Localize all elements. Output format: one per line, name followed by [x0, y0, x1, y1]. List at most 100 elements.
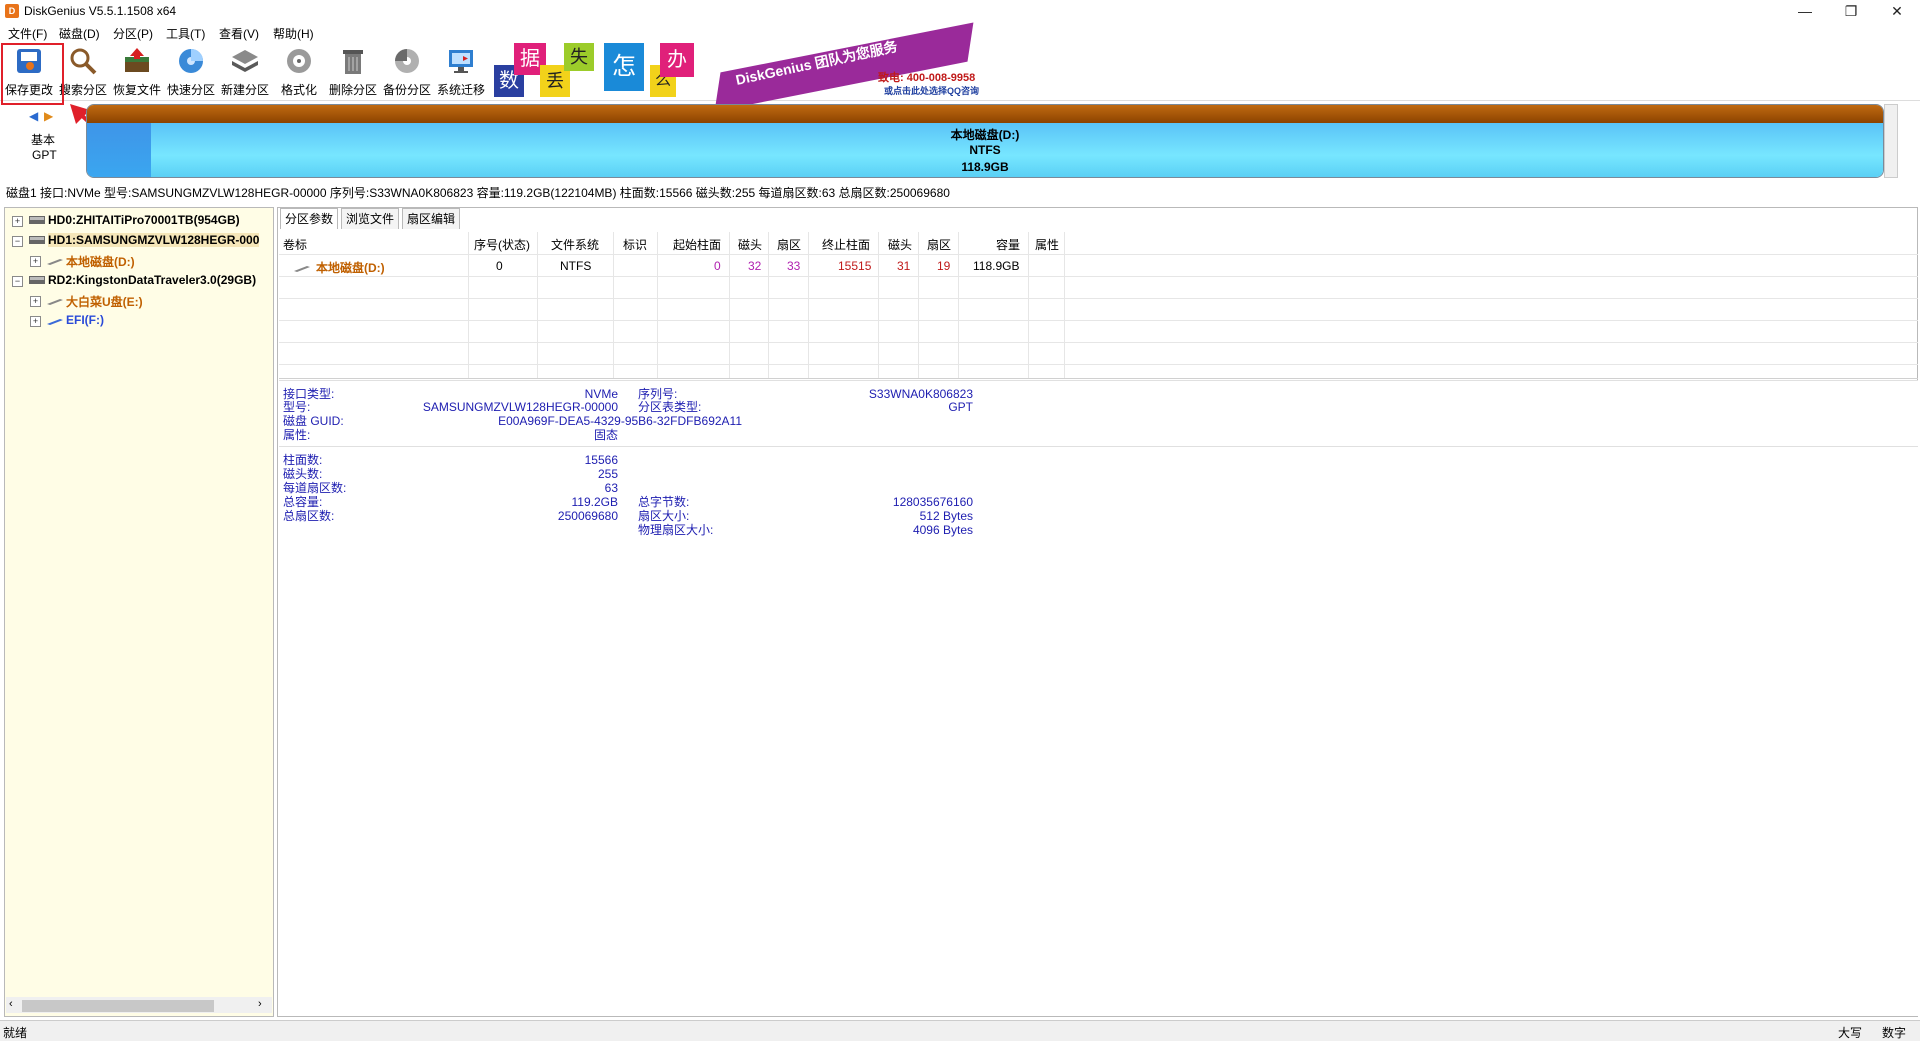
sector-size-label: 扇区大小:: [638, 509, 690, 523]
recover-icon: [125, 48, 149, 72]
col-end-cylinder[interactable]: 终止柱面: [822, 236, 870, 253]
table-grid-col: [657, 232, 658, 378]
menu-file[interactable]: 文件(F): [8, 25, 47, 42]
hard-disk-icon: [29, 216, 45, 224]
delete-partition-button[interactable]: 删除分区: [326, 46, 380, 97]
col-end-sector[interactable]: 扇区: [927, 236, 951, 253]
heads-label: 磁头数:: [283, 467, 323, 481]
info-divider: [279, 380, 1918, 381]
total-sectors-value: 250069680: [557, 509, 618, 523]
tab-browse-files[interactable]: 浏览文件: [341, 208, 400, 229]
col-end-head[interactable]: 磁头: [888, 236, 912, 253]
format-button[interactable]: 格式化: [272, 46, 326, 97]
close-button[interactable]: ✕: [1874, 0, 1920, 22]
menu-view[interactable]: 查看(V): [219, 25, 259, 42]
model-label: 型号:: [283, 400, 311, 414]
table-grid-col: [613, 232, 614, 378]
restore-button[interactable]: ❐: [1828, 0, 1874, 22]
table-grid-line: [279, 320, 1918, 321]
ad-char-5: 怎: [604, 43, 644, 91]
ad-banner[interactable]: 数 据 丢 失 怎 么 办 DiskGenius 团队为您服务 致电: 400-…: [494, 22, 994, 112]
menu-tools[interactable]: 工具(T): [166, 25, 205, 42]
col-start-cylinder[interactable]: 起始柱面: [673, 236, 721, 253]
col-index[interactable]: 序号(状态): [474, 236, 530, 253]
next-disk-icon[interactable]: ▶: [44, 109, 53, 123]
table-grid-col: [1028, 232, 1029, 378]
col-id[interactable]: 标识: [623, 236, 647, 253]
table-grid-col: [808, 232, 809, 378]
guid-label: 磁盘 GUID:: [283, 414, 344, 428]
save-highlight-box: [1, 43, 64, 105]
scroll-left-icon[interactable]: ‹: [9, 998, 13, 1010]
tree-item-rd2[interactable]: RD2:KingstonDataTraveler3.0(29GB): [48, 273, 256, 287]
new-partition-label: 新建分区: [220, 83, 269, 97]
search-partition-button[interactable]: 搜索分区: [56, 46, 110, 97]
table-grid-col: [768, 232, 769, 378]
tree-item-usb-e[interactable]: 大白菜U盘(E:): [66, 293, 143, 310]
format-icon: [287, 49, 311, 73]
col-volume-label[interactable]: 卷标: [283, 236, 307, 253]
cell-volume-label: 本地磁盘(D:): [316, 261, 385, 275]
new-partition-button[interactable]: 新建分区: [218, 46, 272, 97]
backup-label: 备份分区: [382, 83, 431, 97]
col-start-head[interactable]: 磁头: [738, 236, 762, 253]
delete-icon: [343, 50, 363, 74]
tree-item-hd1[interactable]: HD1:SAMSUNGMZVLW128HEGR-000: [48, 233, 260, 247]
quick-partition-button[interactable]: 快速分区: [164, 46, 218, 97]
tab-sector-editor[interactable]: 扇区编辑: [402, 208, 461, 229]
prev-disk-icon[interactable]: ◀: [29, 109, 38, 123]
cell-start-sector: 33: [787, 259, 801, 273]
tab-partition-params[interactable]: 分区参数: [280, 208, 339, 229]
cell-end-cylinder: 15515: [838, 259, 872, 273]
disk-info-area: [279, 380, 1918, 1016]
physical-sector-size-label: 物理扇区大小:: [638, 523, 714, 537]
disk-bar-scrollbar[interactable]: [1884, 104, 1898, 178]
menu-help[interactable]: 帮助(H): [273, 25, 314, 42]
caps-lock-indicator: 大写: [1838, 1026, 1863, 1040]
system-migration-button[interactable]: 系统迁移: [434, 46, 488, 97]
tree-expander[interactable]: +: [30, 256, 41, 267]
menu-disk[interactable]: 磁盘(D): [59, 25, 100, 42]
col-start-sector[interactable]: 扇区: [777, 236, 801, 253]
usb-disk-icon: [29, 276, 45, 284]
title-bar: [0, 0, 1920, 22]
total-capacity-value: 119.2GB: [571, 495, 618, 509]
col-attributes[interactable]: 属性: [1035, 236, 1059, 253]
tree-item-efi-f[interactable]: EFI(F:): [66, 313, 104, 327]
tree-expander[interactable]: −: [12, 236, 23, 247]
attr-label: 属性:: [283, 428, 311, 442]
col-filesystem[interactable]: 文件系统: [551, 236, 599, 253]
tree-item-local-disk-d[interactable]: 本地磁盘(D:): [66, 253, 135, 270]
attr-value: 固态: [593, 428, 618, 442]
ad-qq-link[interactable]: 或点击此处选择QQ咨询: [884, 84, 979, 97]
menu-partition[interactable]: 分区(P): [113, 25, 153, 42]
cylinders-label: 柱面数:: [283, 453, 323, 467]
minimize-button[interactable]: —: [1782, 0, 1828, 22]
disk-map-bar[interactable]: 本地磁盘(D:) NTFS 118.9GB: [86, 104, 1884, 178]
tree-scroll-thumb[interactable]: [22, 1000, 214, 1012]
tree-expander[interactable]: +: [30, 316, 41, 327]
tree-expander[interactable]: +: [30, 296, 41, 307]
table-grid-col: [468, 232, 469, 378]
sector-size-value: 512 Bytes: [919, 509, 973, 523]
tree-expander[interactable]: +: [12, 216, 23, 227]
ptable-type-value: GPT: [948, 400, 973, 414]
app-icon: D: [5, 4, 19, 18]
tree-expander[interactable]: −: [12, 276, 23, 287]
recover-files-button[interactable]: 恢复文件: [110, 46, 164, 97]
hard-disk-icon: [29, 236, 45, 244]
tree-item-hd0[interactable]: HD0:ZHITAITiPro70001TB(954GB): [48, 213, 240, 227]
scroll-right-icon[interactable]: ›: [258, 998, 262, 1010]
heads-value: 255: [597, 467, 618, 481]
backup-partition-button[interactable]: 备份分区: [380, 46, 434, 97]
table-row[interactable]: [279, 257, 1918, 275]
partition-icon: [47, 259, 63, 265]
search-icon: [70, 48, 97, 75]
table-grid-line: [279, 342, 1918, 343]
cylinders-value: 15566: [584, 453, 618, 467]
col-capacity[interactable]: 容量: [996, 236, 1020, 253]
partition-icon: [294, 266, 310, 272]
ptable-type-label: 分区表类型:: [638, 400, 702, 414]
disk-info-line: 磁盘1 接口:NVMe 型号:SAMSUNGMZVLW128HEGR-00000…: [6, 186, 950, 200]
partition-size: 118.9GB: [961, 160, 1009, 174]
